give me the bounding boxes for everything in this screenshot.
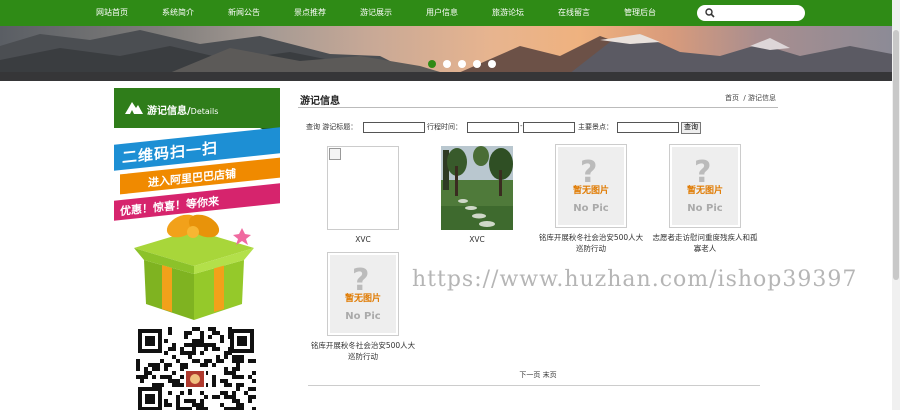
- pagination-divider: [308, 385, 760, 386]
- nav-messages[interactable]: 在线留言: [558, 0, 590, 26]
- travelogue-card[interactable]: ? 暂无图片 No Pic 铭库开展秋冬社会治安500人大巡防行动: [308, 252, 418, 362]
- hero-banner: [0, 26, 892, 81]
- sidebar-title: 游记信息/Details: [147, 106, 219, 117]
- breadcrumb: 首页 / 游记信息: [725, 93, 776, 103]
- spot-filter-input[interactable]: [617, 122, 679, 133]
- promo-banner[interactable]: 二维码扫一扫 进入阿里巴巴店铺 优惠！惊喜！等你来: [114, 127, 280, 330]
- pagination[interactable]: 下一页 末页: [298, 370, 778, 380]
- breadcrumb-separator: /: [743, 94, 746, 102]
- search-button[interactable]: 查询: [681, 122, 701, 134]
- title-filter-input[interactable]: [363, 122, 425, 133]
- card-image[interactable]: [327, 146, 399, 230]
- no-image-placeholder: ? 暂无图片 No Pic: [558, 147, 624, 225]
- banner-carousel-dots: [428, 60, 496, 68]
- card-image[interactable]: ? 暂无图片 No Pic: [555, 144, 627, 228]
- card-caption[interactable]: XVC: [422, 234, 532, 245]
- page-scrollbar[interactable]: [892, 0, 900, 410]
- carousel-dot-2[interactable]: [443, 60, 451, 68]
- travelogue-card[interactable]: ? 暂无图片 No Pic 铭库开展秋冬社会治安500人大巡防行动: [536, 144, 646, 254]
- carousel-dot-4[interactable]: [473, 60, 481, 68]
- page: 网站首页 系统简介 新闻公告 景点推荐 游记展示 用户信息 旅游论坛 在线留言 …: [0, 0, 900, 410]
- sidebar-header: 游记信息/Details: [114, 88, 280, 138]
- no-image-placeholder: ? 暂无图片 No Pic: [330, 255, 396, 333]
- nav-users[interactable]: 用户信息: [426, 0, 458, 26]
- date-end-input[interactable]: [523, 122, 575, 133]
- travelogue-card[interactable]: XVC: [308, 146, 418, 245]
- travelogue-card[interactable]: XVC: [422, 146, 532, 245]
- card-image[interactable]: [441, 146, 513, 230]
- mountain-logo-icon: [125, 102, 143, 114]
- nav-news[interactable]: 新闻公告: [228, 0, 260, 26]
- card-caption[interactable]: XVC: [308, 234, 418, 245]
- breadcrumb-home[interactable]: 首页: [725, 94, 739, 102]
- broken-image-icon: [329, 148, 341, 160]
- date-start-input[interactable]: [467, 122, 519, 133]
- main-content: 游记信息 首页 / 游记信息 查询 游记标题： 行程时间： - 主要景点： 查询…: [298, 88, 778, 410]
- date-filter-label: 行程时间：: [427, 123, 462, 131]
- top-navbar: 网站首页 系统简介 新闻公告 景点推荐 游记展示 用户信息 旅游论坛 在线留言 …: [0, 0, 900, 26]
- promo-line2: 进入阿里巴巴店铺: [148, 167, 236, 190]
- nav-attractions[interactable]: 景点推荐: [294, 0, 326, 26]
- card-caption[interactable]: 志愿者走访慰问重度残疾人和孤寡老人: [650, 232, 760, 254]
- carousel-dot-1[interactable]: [428, 60, 436, 68]
- nav-home[interactable]: 网站首页: [96, 0, 128, 26]
- title-divider: [298, 107, 778, 108]
- watermark-text: https://www.huzhan.com/ishop39397: [412, 267, 858, 292]
- no-image-placeholder: ? 暂无图片 No Pic: [672, 147, 738, 225]
- gift-box-icon: [134, 214, 254, 320]
- card-image[interactable]: ? 暂无图片 No Pic: [327, 252, 399, 336]
- mountain-landscape: [0, 30, 892, 81]
- title-filter-label: 查询 游记标题：: [306, 123, 358, 131]
- nav-travelogues[interactable]: 游记展示: [360, 0, 392, 26]
- page-title: 游记信息: [300, 96, 340, 107]
- search-icon: [705, 8, 715, 18]
- nav-admin[interactable]: 管理后台: [624, 0, 656, 26]
- travelogue-card[interactable]: ? 暂无图片 No Pic 志愿者走访慰问重度残疾人和孤寡老人: [650, 144, 760, 254]
- card-caption[interactable]: 铭库开展秋冬社会治安500人大巡防行动: [308, 340, 418, 362]
- qr-code-image: [136, 327, 256, 410]
- park-photo: [441, 146, 513, 230]
- card-caption[interactable]: 铭库开展秋冬社会治安500人大巡防行动: [536, 232, 646, 254]
- card-image[interactable]: ? 暂无图片 No Pic: [669, 144, 741, 228]
- breadcrumb-current: 游记信息: [748, 94, 776, 102]
- nav-about[interactable]: 系统简介: [162, 0, 194, 26]
- carousel-dot-3[interactable]: [458, 60, 466, 68]
- nav-forum[interactable]: 旅游论坛: [492, 0, 524, 26]
- carousel-dot-5[interactable]: [488, 60, 496, 68]
- scrollbar-thumb[interactable]: [893, 30, 899, 280]
- search-input[interactable]: [697, 5, 805, 21]
- promo-line1: 二维码扫一扫: [122, 138, 219, 167]
- spot-filter-label: 主要景点：: [578, 123, 613, 131]
